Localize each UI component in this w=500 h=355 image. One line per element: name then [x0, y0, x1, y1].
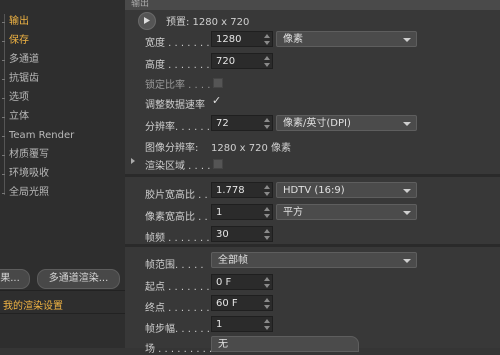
sidebar-item-options[interactable]: 选项	[9, 89, 29, 107]
pixel-aspect-input[interactable]: 1	[211, 204, 273, 220]
field-dropdown[interactable]: 无	[211, 336, 359, 352]
chevron-down-icon	[403, 259, 411, 263]
width-input[interactable]: 1280	[211, 31, 273, 47]
sidebar-item-team-render[interactable]: Team Render	[9, 127, 74, 145]
frame-step-stepper[interactable]	[264, 319, 270, 330]
image-resolution-value: 1280 x 720 像素	[211, 143, 291, 154]
pixel-aspect-preset: 平方	[283, 207, 303, 218]
unit-dropdown[interactable]: 像素	[276, 31, 417, 47]
sidebar-item-material-override[interactable]: 材质覆写	[9, 146, 49, 164]
end-stepper[interactable]	[264, 298, 270, 309]
render-region-label: 渲染区域 . . . .	[145, 161, 211, 172]
resolution-input[interactable]: 72	[211, 115, 273, 131]
sidebar-item-save[interactable]: 保存	[9, 32, 29, 50]
chevron-down-icon	[403, 189, 411, 193]
fps-label: 帧频 . . . . . . .	[145, 233, 210, 244]
height-stepper[interactable]	[264, 56, 270, 67]
frame-step-label: 帧步幅. . . . . .	[145, 324, 210, 335]
image-resolution-label: 图像分辨率:	[145, 143, 199, 154]
fps-stepper[interactable]	[264, 229, 270, 240]
fps-input[interactable]: 30	[211, 226, 273, 242]
pixel-aspect-label: 像素宽高比 . .	[145, 212, 208, 223]
panel-title: 输出	[131, 0, 150, 9]
sidebar-item-stereo[interactable]: 立体	[9, 108, 29, 126]
chevron-down-icon	[403, 122, 411, 126]
width-label: 宽度 . . . . . . .	[145, 38, 210, 49]
width-value: 1280	[216, 34, 242, 45]
preset-button[interactable]	[138, 12, 156, 30]
frame-range-value: 全部帧	[218, 255, 248, 266]
width-stepper[interactable]	[264, 34, 270, 45]
adapt-data-rate-checkbox[interactable]: ✓	[212, 94, 221, 107]
film-aspect-dropdown[interactable]: HDTV (16:9)	[276, 182, 417, 198]
sidebar-item-ambient-occlusion[interactable]: 环境吸收	[9, 165, 49, 183]
height-value: 720	[216, 56, 236, 67]
panel-header: 输出	[125, 0, 500, 10]
frame-range-dropdown[interactable]: 全部帧	[211, 252, 417, 268]
expand-arrow-icon[interactable]	[131, 158, 135, 164]
frame-step-input[interactable]: 1	[211, 316, 273, 332]
frame-range-label: 帧范围. . . . .	[145, 260, 204, 271]
section-divider	[125, 174, 500, 177]
resolution-unit-dropdown[interactable]: 像素/英寸(DPI)	[276, 115, 417, 131]
film-aspect-value: 1.778	[216, 185, 245, 196]
film-aspect-preset: HDTV (16:9)	[283, 185, 345, 196]
sidebar-divider	[0, 313, 125, 314]
lock-ratio-label: 锁定比率 . . . .	[145, 80, 211, 91]
sidebar-item-global-illumination[interactable]: 全局光照	[9, 184, 49, 202]
unit-value: 像素	[283, 34, 303, 45]
resolution-stepper[interactable]	[264, 118, 270, 129]
preset-label: 预置: 1280 x 720	[166, 17, 250, 28]
effect-button[interactable]: 果...	[0, 269, 30, 289]
start-value: 0 F	[216, 277, 232, 288]
adapt-data-rate-label: 调整数据速率	[145, 100, 205, 111]
chevron-down-icon	[403, 38, 411, 42]
sidebar-item-multipass[interactable]: 多通道	[9, 51, 39, 69]
height-input[interactable]: 720	[211, 53, 273, 69]
end-input[interactable]: 60 F	[211, 295, 273, 311]
fps-value: 30	[216, 229, 229, 240]
resolution-value: 72	[216, 118, 229, 129]
pixel-aspect-dropdown[interactable]: 平方	[276, 204, 417, 220]
sidebar-item-output[interactable]: 输出	[9, 13, 29, 31]
chevron-down-icon	[403, 211, 411, 215]
film-aspect-input[interactable]: 1.778	[211, 182, 273, 198]
field-value: 无	[218, 339, 228, 350]
start-label: 起点 . . . . . . .	[145, 282, 210, 293]
play-icon	[144, 17, 150, 24]
pixel-aspect-value: 1	[216, 207, 223, 218]
start-stepper[interactable]	[264, 277, 270, 288]
height-label: 高度 . . . . . . .	[145, 60, 210, 71]
start-input[interactable]: 0 F	[211, 274, 273, 290]
lock-ratio-checkbox[interactable]	[213, 78, 223, 88]
film-aspect-label: 胶片宽高比 . .	[145, 190, 208, 201]
end-label: 终点 . . . . . . .	[145, 303, 210, 314]
frame-step-value: 1	[216, 319, 223, 330]
end-value: 60 F	[216, 298, 238, 309]
film-aspect-stepper[interactable]	[264, 185, 270, 196]
resolution-unit-value: 像素/英寸(DPI)	[283, 118, 351, 129]
pixel-aspect-stepper[interactable]	[264, 207, 270, 218]
multipass-render-button[interactable]: 多通道渲染...	[37, 269, 120, 289]
resolution-label: 分辨率. . . . . .	[145, 122, 210, 133]
sidebar-item-antialiasing[interactable]: 抗锯齿	[9, 70, 39, 88]
render-region-checkbox[interactable]	[213, 159, 223, 169]
section-divider	[125, 244, 500, 247]
my-render-settings[interactable]: 我的渲染设置	[3, 297, 63, 312]
sidebar-divider	[0, 290, 125, 291]
